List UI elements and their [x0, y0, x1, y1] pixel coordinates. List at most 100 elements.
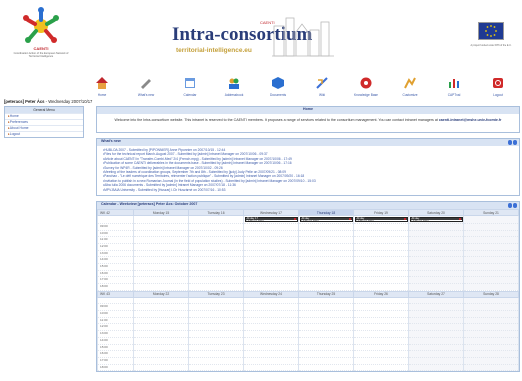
calendar-time-slot[interactable]	[353, 350, 409, 358]
calendar-time-slot[interactable]	[133, 344, 189, 352]
calendar-time-slot[interactable]	[408, 330, 464, 338]
calendar-time-slot[interactable]	[188, 330, 244, 338]
calendar-time-slot[interactable]	[133, 283, 189, 291]
calendar-time-slot[interactable]	[463, 357, 519, 365]
all-day-slot[interactable]	[188, 297, 244, 305]
nav-item-knowledge-base[interactable]: Knowledge Base	[344, 76, 388, 100]
calendar-time-slot[interactable]	[298, 283, 354, 291]
calendar-time-slot[interactable]	[408, 230, 464, 238]
calendar-time-slot[interactable]	[353, 344, 409, 352]
nav-item-wiki[interactable]: Wiki	[300, 76, 344, 100]
calendar-time-slot[interactable]	[243, 283, 299, 291]
nav-item-addressbook[interactable]: Addressbook	[212, 76, 256, 100]
calendar-time-slot[interactable]	[243, 250, 299, 258]
calendar-time-slot[interactable]	[463, 250, 519, 258]
calendar-time-slot[interactable]	[298, 344, 354, 352]
all-day-slot[interactable]	[463, 297, 519, 305]
whats-new-item[interactable]: MPV-BAIA University - Submitted by [Husz…	[103, 188, 515, 192]
calendar-time-slot[interactable]	[133, 243, 189, 251]
calendar-time-slot[interactable]	[463, 243, 519, 251]
calendar-time-slot[interactable]	[298, 310, 354, 318]
calendar-time-slot[interactable]	[243, 303, 299, 312]
calendar-time-slot[interactable]	[188, 256, 244, 264]
calendar-event[interactable]: All day HUBLOA 2007	[299, 216, 353, 223]
calendar-time-slot[interactable]	[133, 263, 189, 271]
calendar-time-slot[interactable]	[298, 263, 354, 271]
calendar-time-slot[interactable]	[353, 357, 409, 365]
calendar-time-slot[interactable]	[133, 317, 189, 325]
all-day-slot[interactable]	[188, 215, 244, 224]
calendar-time-slot[interactable]	[463, 223, 519, 231]
event-close-icon[interactable]	[293, 217, 296, 220]
calendar-event[interactable]: All day 17 HUBLOA 2007	[244, 216, 298, 223]
calendar-time-slot[interactable]	[133, 364, 189, 372]
calendar-time-slot[interactable]	[133, 303, 189, 312]
calendar-time-slot[interactable]	[298, 256, 354, 264]
calendar-time-slot[interactable]	[298, 243, 354, 251]
calendar-event[interactable]: All day HUBLOA 2007	[409, 216, 463, 223]
calendar-time-slot[interactable]	[353, 317, 409, 325]
close-panel-icon[interactable]	[512, 140, 517, 145]
nav-item-whats-new[interactable]: What's new	[124, 76, 168, 100]
calendar-time-slot[interactable]	[298, 317, 354, 325]
calendar-time-slot[interactable]	[133, 236, 189, 244]
calendar-time-slot[interactable]	[188, 317, 244, 325]
nav-item-captval[interactable]: CAPTval	[432, 76, 476, 100]
calendar-time-slot[interactable]	[463, 230, 519, 238]
calendar-time-slot[interactable]	[353, 330, 409, 338]
calendar-time-slot[interactable]	[353, 323, 409, 332]
calendar-time-slot[interactable]	[188, 223, 244, 231]
calendar-time-slot[interactable]	[298, 276, 354, 285]
calendar-time-slot[interactable]	[133, 250, 189, 258]
calendar-time-slot[interactable]	[188, 283, 244, 291]
nav-item-customize[interactable]: Customize	[388, 76, 432, 100]
calendar-event[interactable]: All day HUBLOA 2007	[354, 216, 408, 223]
calendar-time-slot[interactable]	[353, 230, 409, 238]
calendar-time-slot[interactable]	[243, 243, 299, 251]
all-day-slot[interactable]	[408, 297, 464, 305]
calendar-time-slot[interactable]	[353, 243, 409, 251]
all-day-slot[interactable]	[298, 297, 354, 305]
calendar-time-slot[interactable]	[353, 223, 409, 231]
calendar-time-slot[interactable]	[463, 350, 519, 358]
calendar-time-slot[interactable]	[353, 303, 409, 312]
nav-item-documents[interactable]: Documents	[256, 76, 300, 100]
collapse-panel-icon[interactable]	[507, 203, 512, 208]
calendar-time-slot[interactable]	[463, 364, 519, 372]
calendar-time-slot[interactable]	[408, 250, 464, 258]
calendar-time-slot[interactable]	[408, 276, 464, 285]
all-day-slot[interactable]	[133, 215, 189, 224]
all-day-slot[interactable]: All day HUBLOA 2007	[298, 215, 354, 224]
calendar-time-slot[interactable]	[408, 223, 464, 231]
calendar-time-slot[interactable]	[133, 330, 189, 338]
calendar-time-slot[interactable]	[133, 310, 189, 318]
calendar-time-slot[interactable]	[463, 323, 519, 332]
calendar-time-slot[interactable]	[243, 350, 299, 358]
calendar-time-slot[interactable]	[463, 283, 519, 291]
calendar-time-slot[interactable]	[133, 357, 189, 365]
calendar-time-slot[interactable]	[353, 283, 409, 291]
calendar-time-slot[interactable]	[243, 263, 299, 271]
calendar-time-slot[interactable]	[463, 270, 519, 278]
calendar-time-slot[interactable]	[298, 270, 354, 278]
calendar-time-slot[interactable]	[463, 303, 519, 312]
calendar-time-slot[interactable]	[188, 276, 244, 285]
calendar-time-slot[interactable]	[243, 276, 299, 285]
calendar-time-slot[interactable]	[408, 303, 464, 312]
calendar-time-slot[interactable]	[463, 330, 519, 338]
all-day-slot[interactable]: All day HUBLOA 2007	[408, 215, 464, 224]
calendar-time-slot[interactable]	[353, 263, 409, 271]
calendar-time-slot[interactable]	[408, 256, 464, 264]
calendar-time-slot[interactable]	[298, 303, 354, 312]
calendar-time-slot[interactable]	[463, 236, 519, 244]
calendar-time-slot[interactable]	[408, 323, 464, 332]
event-close-icon[interactable]	[348, 217, 351, 220]
calendar-time-slot[interactable]	[188, 323, 244, 332]
calendar-time-slot[interactable]	[298, 357, 354, 365]
calendar-time-slot[interactable]	[298, 230, 354, 238]
calendar-time-slot[interactable]	[408, 283, 464, 291]
calendar-time-slot[interactable]	[243, 357, 299, 365]
calendar-time-slot[interactable]	[188, 310, 244, 318]
contact-email-link[interactable]: caenti-intranet@mshe.univ-fcomte.fr	[439, 118, 502, 122]
calendar-time-slot[interactable]	[408, 263, 464, 271]
